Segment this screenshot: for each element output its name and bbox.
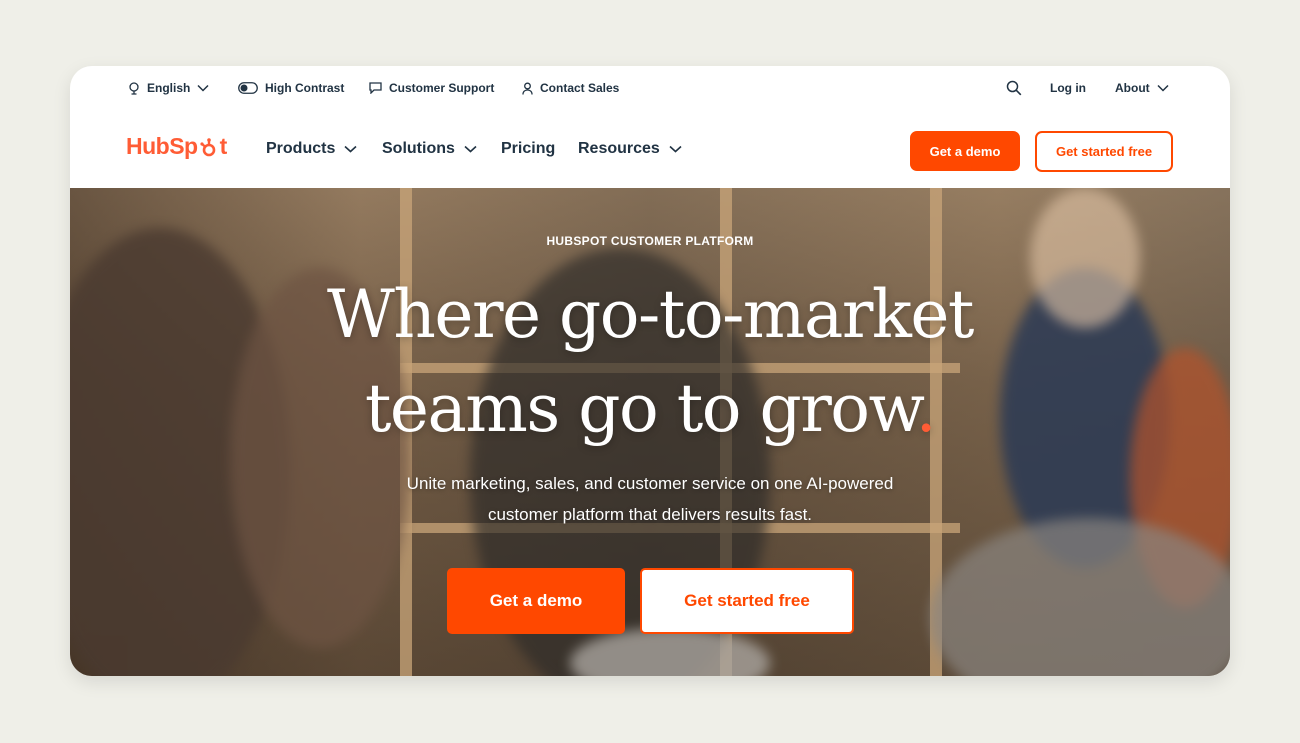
get-demo-button[interactable]: Get a demo [910, 131, 1020, 171]
chevron-down-icon [464, 140, 477, 158]
search-button[interactable] [1006, 80, 1022, 96]
chevron-down-icon [197, 84, 209, 92]
language-label: English [147, 81, 191, 95]
nav-pricing[interactable]: Pricing [501, 140, 555, 158]
utility-bar: English High Contrast Customer Support C… [70, 66, 1230, 111]
high-contrast-toggle[interactable]: High Contrast [238, 81, 344, 95]
hubspot-logo[interactable]: HubSp t [126, 133, 227, 160]
chat-bubble-icon [369, 82, 382, 94]
customer-support-link[interactable]: Customer Support [369, 81, 494, 95]
person-icon [522, 82, 533, 95]
contrast-toggle-icon [238, 82, 258, 94]
hero-section: HUBSPOT CUSTOMER PLATFORM Where go-to-ma… [70, 188, 1230, 676]
globe-icon [128, 81, 140, 95]
chevron-down-icon [344, 140, 357, 158]
get-started-free-button[interactable]: Get started free [1035, 131, 1173, 172]
login-label: Log in [1050, 81, 1086, 95]
nav-solutions[interactable]: Solutions [382, 140, 477, 158]
search-icon [1006, 80, 1022, 96]
contact-sales-link[interactable]: Contact Sales [522, 81, 619, 95]
chevron-down-icon [669, 140, 682, 158]
hero-get-started-free-button[interactable]: Get started free [640, 568, 854, 634]
nav-products[interactable]: Products [266, 140, 357, 158]
nav-resources[interactable]: Resources [578, 140, 682, 158]
hero-eyebrow: HUBSPOT CUSTOMER PLATFORM [546, 234, 754, 248]
login-link[interactable]: Log in [1050, 81, 1086, 95]
about-menu[interactable]: About [1115, 81, 1169, 95]
customer-support-label: Customer Support [389, 81, 495, 95]
hero-headline: Where go-to-market teams go to grow. [327, 276, 974, 447]
language-selector[interactable]: English [128, 81, 209, 95]
about-label: About [1115, 81, 1150, 95]
browser-window: English High Contrast Customer Support C… [70, 66, 1230, 676]
sprocket-icon [199, 137, 219, 157]
hero-get-demo-button[interactable]: Get a demo [447, 568, 625, 634]
headline-dot: . [915, 370, 937, 447]
contact-sales-label: Contact Sales [540, 81, 620, 95]
chevron-down-icon [1157, 84, 1169, 92]
high-contrast-label: High Contrast [265, 81, 345, 95]
main-nav: HubSp t Products Solutions Pricing Resou… [70, 111, 1230, 188]
hero-subtext: Unite marketing, sales, and customer ser… [406, 474, 894, 524]
